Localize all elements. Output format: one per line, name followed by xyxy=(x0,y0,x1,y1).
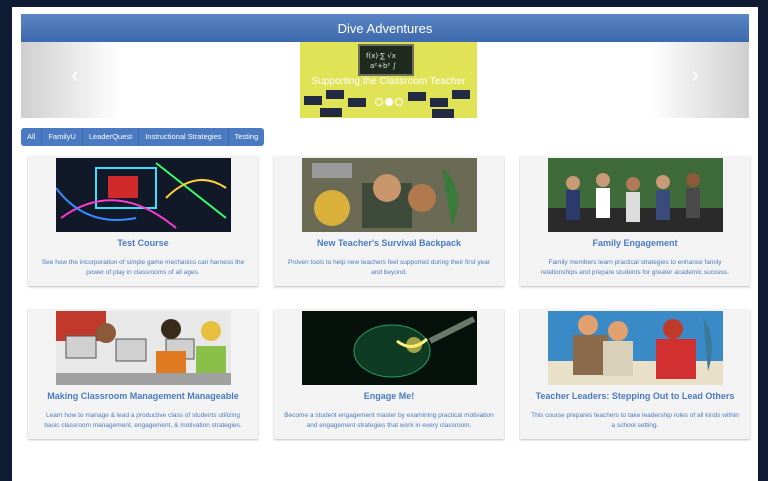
course-title[interactable]: Family Engagement xyxy=(520,238,750,248)
hero-carousel: ‹ › f(x)·∑ √x a²+b² ∫ Supporting the Cla… xyxy=(21,42,749,118)
course-card[interactable]: Teacher Leaders: Stepping Out to Lead Ot… xyxy=(520,309,750,439)
classroom-computers-image xyxy=(56,311,231,385)
course-description: Proven tools to help new teachers feel s… xyxy=(288,259,490,276)
course-title[interactable]: Making Classroom Management Manageable xyxy=(28,391,258,401)
course-thumbnail[interactable] xyxy=(548,311,723,385)
app-header: Dive Adventures xyxy=(21,14,749,42)
course-thumbnail[interactable] xyxy=(302,311,477,385)
backpack-collage-image xyxy=(302,158,477,232)
chevron-right-icon: › xyxy=(691,62,699,87)
course-title[interactable]: Teacher Leaders: Stepping Out to Lead Ot… xyxy=(520,391,750,401)
page-title: Dive Adventures xyxy=(337,21,433,36)
course-card[interactable]: Family Engagement Family members learn p… xyxy=(520,156,750,286)
carousel-indicator-dot[interactable] xyxy=(374,98,383,106)
filter-all[interactable]: All xyxy=(21,128,43,146)
filter-testing[interactable]: Testing xyxy=(228,128,265,146)
course-card[interactable]: Making Classroom Management Manageable L… xyxy=(28,309,258,439)
course-title[interactable]: New Teacher's Survival Backpack xyxy=(274,238,504,248)
course-thumbnail[interactable] xyxy=(302,158,477,232)
teacher-leaders-image xyxy=(548,311,723,385)
course-title[interactable]: Engage Me! xyxy=(274,391,504,401)
carousel-next-button[interactable]: › xyxy=(685,60,705,90)
family-group-image xyxy=(548,158,723,232)
neon-computer-image xyxy=(56,158,231,232)
chalkboard-illustration: f(x)·∑ √x a²+b² ∫ xyxy=(358,44,414,76)
course-description: See how the incorporation of simple game… xyxy=(41,259,245,276)
svg-text:f(x)·∑ √x: f(x)·∑ √x xyxy=(366,52,396,60)
course-title[interactable]: Test Course xyxy=(28,238,258,248)
chevron-left-icon: ‹ xyxy=(71,62,79,87)
carousel-prev-button[interactable]: ‹ xyxy=(65,60,85,90)
filter-instructional-strategies[interactable]: Instructional Strategies xyxy=(139,128,229,146)
chalkboard-icon: f(x)·∑ √x a²+b² ∫ xyxy=(366,52,396,70)
course-thumbnail[interactable] xyxy=(548,158,723,232)
category-filter-bar: All FamilyU LeaderQuest Instructional St… xyxy=(21,128,265,146)
course-card[interactable]: Test Course See how the incorporation of… xyxy=(28,156,258,286)
course-description: Family members learn practical strategie… xyxy=(540,259,730,276)
course-thumbnail[interactable] xyxy=(56,311,231,385)
carousel-indicator-dot[interactable] xyxy=(394,98,403,106)
course-card[interactable]: New Teacher's Survival Backpack Proven t… xyxy=(274,156,504,286)
course-thumbnail[interactable] xyxy=(56,158,231,232)
carousel-indicator-dot[interactable] xyxy=(384,98,393,106)
carousel-indicators xyxy=(300,93,477,111)
course-card[interactable]: Engage Me! Become a student engagement m… xyxy=(274,309,504,439)
page-container: Dive Adventures ‹ › f(x)·∑ √x a²+b² ∫ Su… xyxy=(12,7,758,481)
filter-familyu[interactable]: FamilyU xyxy=(42,128,83,146)
filter-leaderquest[interactable]: LeaderQuest xyxy=(82,128,140,146)
course-description: Become a student engagement master by ex… xyxy=(284,412,494,429)
carousel-slide[interactable]: f(x)·∑ √x a²+b² ∫ Supporting the Classro… xyxy=(300,42,477,118)
course-description: This course prepares teachers to take le… xyxy=(531,412,739,429)
carousel-caption: Supporting the Classroom Teacher xyxy=(311,76,466,87)
svg-text:a²+b² ∫: a²+b² ∫ xyxy=(370,62,396,70)
light-bulb-image xyxy=(302,311,477,385)
course-description: Learn how to manage & lead a productive … xyxy=(44,412,242,429)
